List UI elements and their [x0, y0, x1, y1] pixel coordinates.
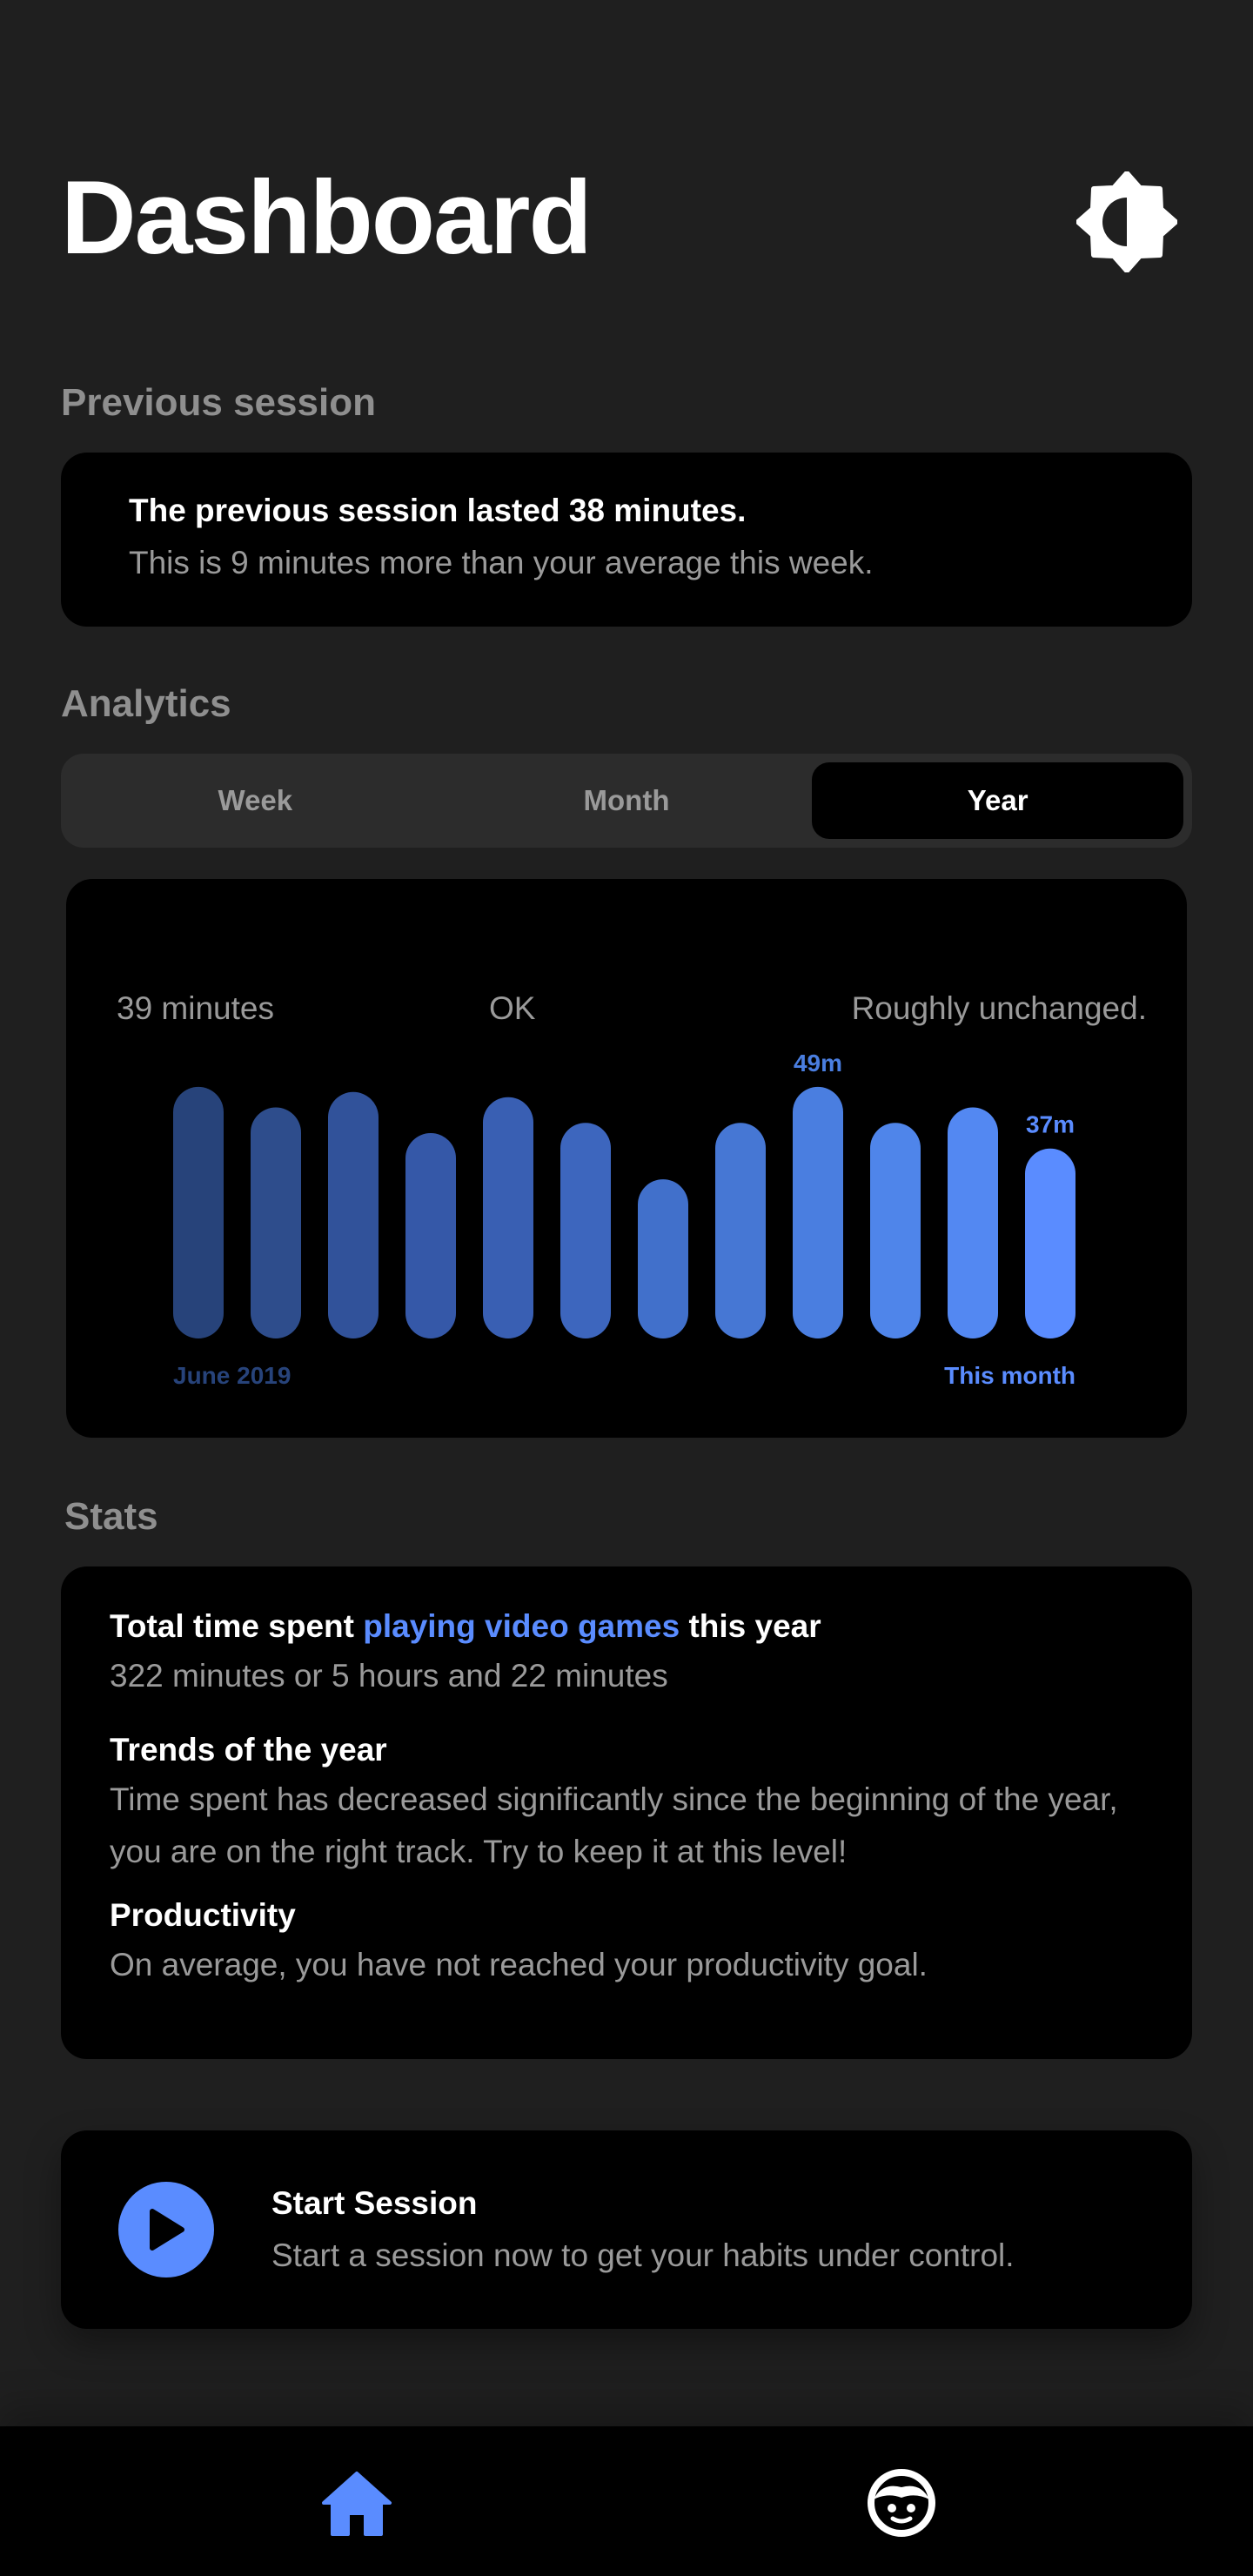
stats-card: Total time spent playing video games thi…: [61, 1566, 1192, 2059]
chart-data-label: 37m: [1026, 1111, 1075, 1138]
period-tabs: Week Month Year: [61, 754, 1192, 848]
session-subtitle: Start a session now to get your habits u…: [271, 2237, 1015, 2273]
tab-month[interactable]: Month: [441, 762, 813, 839]
stat-trends-text: Time spent has decreased significantly s…: [110, 1781, 1118, 1869]
chart-bar: [638, 1179, 688, 1338]
play-icon: [150, 2209, 184, 2251]
previous-session-subtitle: This is 9 minutes more than your average…: [129, 545, 874, 580]
previous-session-card: The previous session lasted 38 minutes. …: [61, 453, 1192, 627]
x-axis-end-label: This month: [944, 1362, 1075, 1389]
brightness-icon: [1076, 171, 1177, 272]
previous-session-title: The previous session lasted 38 minutes.: [129, 493, 747, 528]
start-session-button[interactable]: Start Session Start a session now to get…: [61, 2130, 1192, 2329]
home-icon: [322, 2472, 392, 2536]
stat-productivity: Productivity On average, you have not re…: [110, 1897, 1143, 1991]
bottom-navigation: [0, 2426, 1253, 2576]
stat-productivity-title: Productivity: [110, 1897, 296, 1933]
tab-week[interactable]: Week: [70, 762, 441, 839]
analytics-label: Analytics: [61, 682, 231, 725]
stats-label: Stats: [64, 1495, 158, 1538]
chart-bar: [483, 1097, 533, 1338]
stat-total: Total time spent playing video games thi…: [110, 1608, 1143, 1702]
chart-bar: [870, 1123, 921, 1338]
stat-productivity-text: On average, you have not reached your pr…: [110, 1947, 928, 1982]
chart-bar: [793, 1086, 843, 1338]
nav-profile[interactable]: [858, 2459, 945, 2546]
chart-bar: [251, 1107, 301, 1338]
stat-total-title-highlight: playing video games: [363, 1608, 680, 1644]
stat-trends: Trends of the year Time spent has decrea…: [110, 1732, 1143, 1878]
chart-bar: [560, 1123, 611, 1338]
chart-bar: [948, 1107, 998, 1338]
chart-bar: [715, 1123, 766, 1338]
session-text: Start Session Start a session now to get…: [271, 2185, 1015, 2274]
play-button[interactable]: [118, 2182, 214, 2277]
bar-chart: 49m 37m June 2019 This month: [173, 1050, 1075, 1389]
analytics-chart-card: 39 minutes OK Roughly unchanged. 49m 37m J…: [66, 879, 1187, 1438]
stat-total-text: 322 minutes or 5 hours and 22 minutes: [110, 1658, 668, 1694]
stat-trends-title: Trends of the year: [110, 1732, 387, 1768]
chart-bar: [173, 1086, 224, 1338]
stat-total-title-post: this year: [680, 1608, 821, 1644]
x-axis-start-label: June 2019: [173, 1362, 291, 1389]
chart-data-label: 49m: [794, 1050, 842, 1077]
stat-total-title-pre: Total time spent: [110, 1608, 364, 1644]
profile-face-icon: [868, 2469, 935, 2537]
stat-total-title: Total time spent playing video games thi…: [110, 1608, 1143, 1645]
page-title: Dashboard: [61, 159, 593, 276]
chart-bar: [405, 1133, 456, 1338]
chart-bar: [1025, 1148, 1075, 1338]
session-title: Start Session: [271, 2185, 478, 2221]
theme-toggle-button[interactable]: [1075, 170, 1179, 274]
tab-year[interactable]: Year: [812, 762, 1184, 839]
nav-home[interactable]: [313, 2459, 400, 2546]
chart-bar: [328, 1091, 379, 1338]
previous-session-label: Previous session: [61, 381, 376, 424]
